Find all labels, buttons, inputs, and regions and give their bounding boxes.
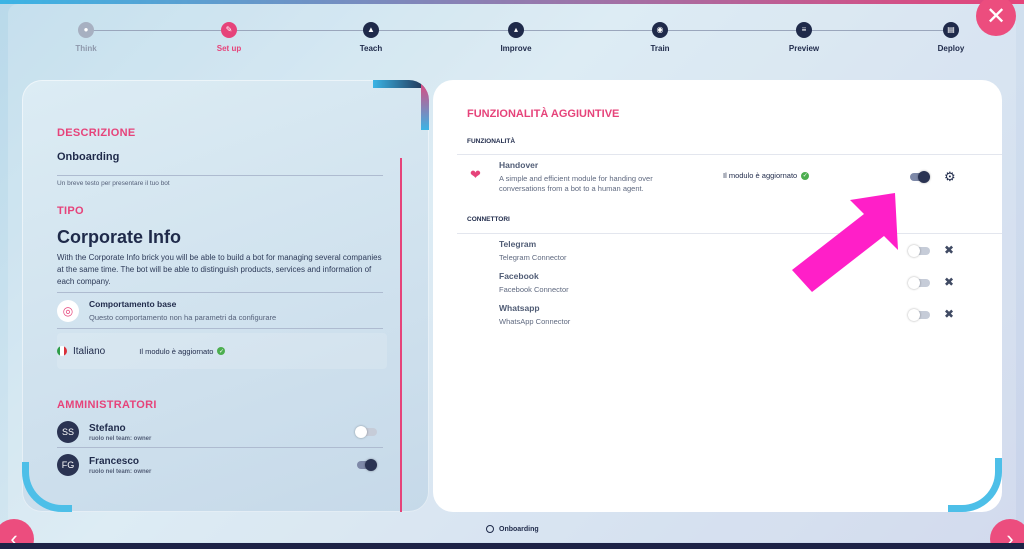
language-status: Il modulo è aggiornato ✓ — [139, 346, 226, 356]
pointer-arrow-icon — [792, 193, 898, 292]
step-teach[interactable]: ▲ Teach — [326, 22, 416, 53]
divider — [457, 233, 1002, 234]
behavior-icon: ◎ — [57, 299, 79, 322]
step-preview[interactable]: ≡ Preview — [759, 22, 849, 53]
features-subtitle: FUNZIONALITÀ — [467, 138, 516, 145]
tools-icon[interactable]: ✖ — [944, 243, 954, 257]
wizard-stepper: ● Think ✎ Set up ▲ Teach ▴ Improve ◉ Tra… — [48, 18, 998, 58]
behavior-title: Comportamento base — [89, 299, 177, 309]
divider — [457, 154, 1002, 155]
step-label: Improve — [500, 44, 532, 53]
admin-row: FG Francesco ruolo nel team: owner — [57, 450, 383, 480]
module-desc-line: conversations from a bot to a human agen… — [499, 184, 644, 193]
connector-telegram: Telegram Telegram Connector — [499, 239, 567, 263]
bot-icon — [486, 525, 494, 533]
status-text: Il modulo è aggiornato — [723, 171, 798, 180]
language-name: Italiano — [73, 345, 106, 357]
admins-title: AMMINISTRATORI — [57, 399, 157, 411]
step-train[interactable]: ◉ Train — [615, 22, 705, 53]
connector-name: Whatsapp — [499, 303, 540, 313]
connector-name: Telegram — [499, 239, 537, 249]
bottom-bar — [0, 543, 1024, 549]
handover-status: Il modulo è aggiornato ✓ — [723, 171, 810, 180]
connectors-title: CONNETTORI — [467, 216, 510, 223]
step-label: Preview — [788, 44, 820, 53]
card-accent — [421, 80, 429, 130]
connector-desc: WhatsApp Connector — [499, 317, 571, 326]
status-text: Il modulo è aggiornato — [139, 346, 214, 356]
footer-bot-name: Onboarding — [486, 525, 539, 533]
telegram-toggle[interactable] — [908, 245, 930, 257]
bot-details-card: DESCRIZIONE Onboarding Un breve testo pe… — [22, 80, 429, 512]
facebook-toggle[interactable] — [908, 277, 930, 289]
admin-name: Francesco — [89, 455, 140, 467]
preview-icon: ≡ — [796, 22, 812, 38]
behavior-subtitle: Questo comportamento non ha parametri da… — [89, 313, 277, 322]
additional-features-card: FUNZIONALITÀ AGGIUNTIVE FUNZIONALITÀ ❤ H… — [433, 80, 1002, 512]
step-label: Deploy — [937, 44, 965, 53]
module-desc-line: A simple and efficient module for handin… — [499, 174, 653, 183]
admin-row: SS Stefano ruolo nel team: owner — [57, 417, 383, 447]
avatar: SS — [57, 421, 79, 443]
connector-facebook: Facebook Facebook Connector — [499, 271, 569, 295]
type-description: With the Corporate Info brick you will b… — [57, 253, 382, 286]
train-icon: ◉ — [652, 22, 668, 38]
step-improve[interactable]: ▴ Improve — [471, 22, 561, 53]
admin-toggle[interactable] — [357, 459, 377, 471]
divider — [57, 447, 383, 448]
whatsapp-toggle[interactable] — [908, 309, 930, 321]
gear-icon[interactable]: ⚙ — [944, 169, 956, 185]
step-label: Teach — [359, 44, 383, 53]
step-think[interactable]: ● Think — [41, 22, 131, 53]
chart-icon: ▴ — [508, 22, 524, 38]
footer-label: Onboarding — [499, 525, 539, 533]
connector-whatsapp: Whatsapp WhatsApp Connector — [499, 303, 570, 327]
check-icon: ✓ — [801, 171, 810, 180]
check-icon: ✓ — [217, 347, 226, 355]
admin-role: ruolo nel team: owner — [89, 468, 152, 475]
avatar: FG — [57, 454, 79, 476]
pencil-icon: ✎ — [221, 22, 237, 38]
step-label: Set up — [216, 44, 242, 53]
description-hint: Un breve testo per presentare il tuo bot — [57, 180, 170, 187]
module-name: Handover — [499, 160, 539, 170]
divider — [57, 328, 383, 329]
deploy-icon: ▤ — [943, 22, 959, 38]
graduation-cap-icon: ▲ — [363, 22, 379, 38]
tools-icon[interactable]: ✖ — [944, 307, 954, 321]
step-label: Train — [650, 44, 670, 53]
handover-heart-icon: ❤ — [470, 167, 481, 182]
step-setup[interactable]: ✎ Set up — [184, 22, 274, 53]
description-underline — [57, 175, 383, 176]
connector-desc: Telegram Connector — [499, 253, 567, 262]
close-icon: ✕ — [985, 2, 1007, 30]
module-desc: A simple and efficient module for handin… — [499, 174, 653, 194]
features-title: FUNZIONALITÀ AGGIUNTIVE — [467, 108, 620, 120]
description-title: DESCRIZIONE — [57, 127, 136, 139]
handover-toggle[interactable] — [910, 171, 930, 183]
language-row: Italiano Il modulo è aggiornato ✓ — [57, 333, 387, 369]
bulb-icon: ● — [78, 22, 94, 38]
base-behavior-row: ◎ Comportamento base Questo comportament… — [57, 299, 407, 322]
close-button[interactable]: ✕ — [976, 0, 1016, 36]
handover-module: Handover A simple and efficient module f… — [499, 160, 653, 194]
card-corner-accent — [948, 458, 1002, 512]
divider — [57, 292, 383, 293]
admin-name: Stefano — [89, 422, 126, 434]
tools-icon[interactable]: ✖ — [944, 275, 954, 289]
description-value[interactable]: Onboarding — [57, 151, 407, 163]
type-title: TIPO — [57, 205, 84, 217]
admin-role: ruolo nel team: owner — [89, 435, 152, 442]
type-value: Corporate Info — [57, 227, 181, 247]
connector-desc: Facebook Connector — [499, 285, 569, 294]
step-label: Think — [75, 44, 97, 53]
admin-toggle[interactable] — [355, 426, 377, 438]
italy-flag-icon — [57, 346, 67, 356]
connector-name: Facebook — [499, 271, 539, 281]
